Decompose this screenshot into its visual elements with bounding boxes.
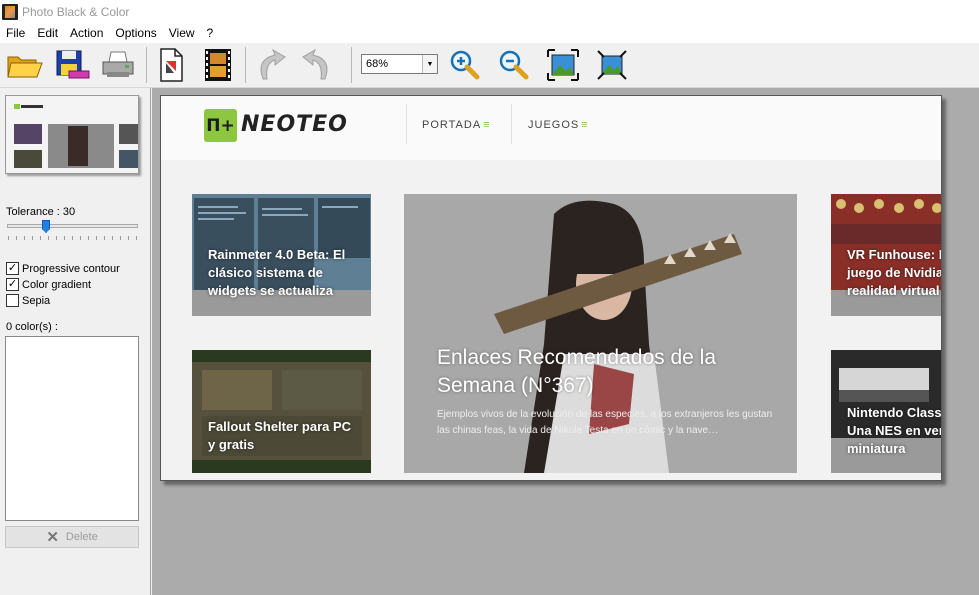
neoteo-logo-mark: П+ bbox=[204, 109, 237, 142]
colors-list[interactable] bbox=[5, 336, 139, 521]
card-hero: Enlaces Recomendados de la Semana (N°367… bbox=[404, 194, 797, 473]
progressive-contour-option[interactable]: ✓ Progressive contour bbox=[6, 262, 120, 275]
toolbar-separator bbox=[351, 47, 352, 83]
zoom-value: 68% bbox=[366, 58, 389, 70]
neoteo-logo-text: NEOTEO bbox=[241, 112, 348, 137]
menu-view[interactable]: View bbox=[163, 26, 201, 40]
delete-x-icon: ✕ bbox=[46, 529, 59, 546]
zoom-in-button[interactable] bbox=[445, 46, 483, 84]
header-divider bbox=[511, 104, 512, 144]
site-header: П+ NEOTEO PORTADA ≡ JUEGOS ≡ bbox=[161, 96, 941, 160]
redo-arrow-icon bbox=[302, 48, 328, 80]
card-fallout: Fallout Shelter para PC y gratis bbox=[192, 350, 371, 473]
actual-size-button[interactable] bbox=[593, 46, 631, 84]
settings-panel: Tolerance : 30 ✓ Progressive contour ✓ C… bbox=[0, 88, 151, 595]
zoom-out-icon bbox=[499, 50, 529, 80]
card-rainmeter: Rainmeter 4.0 Beta: El clásico sistema d… bbox=[192, 194, 371, 316]
document-icon bbox=[160, 48, 183, 82]
zoom-out-button[interactable] bbox=[494, 46, 532, 84]
film-button[interactable] bbox=[199, 46, 237, 84]
tolerance-label: Tolerance : 30 bbox=[6, 206, 76, 218]
app-icon bbox=[2, 3, 18, 20]
print-button[interactable] bbox=[99, 46, 137, 84]
undo-button[interactable] bbox=[252, 46, 290, 84]
title-bar: Photo Black & Color bbox=[0, 0, 979, 23]
toolbar-separator bbox=[146, 47, 147, 83]
document-button[interactable] bbox=[152, 46, 190, 84]
progressive-contour-label: Progressive contour bbox=[22, 262, 120, 275]
toolbar: 68% ▼ bbox=[0, 43, 979, 88]
actual-size-icon bbox=[597, 50, 627, 80]
card-nes: Nintendo Classi Una NES en vers miniatura bbox=[831, 350, 942, 473]
slider-ticks bbox=[8, 236, 139, 240]
delete-label: Delete bbox=[65, 531, 98, 543]
menu-bar: File Edit Action Options View ? bbox=[0, 23, 979, 43]
film-strip-icon bbox=[205, 49, 231, 81]
save-button[interactable] bbox=[53, 46, 91, 84]
menu-icon: ≡ bbox=[483, 119, 491, 131]
image-preview[interactable]: П+ NEOTEO PORTADA ≡ JUEGOS ≡ Rainmeter 4.0… bbox=[160, 95, 942, 481]
chevron-down-icon[interactable]: ▼ bbox=[422, 55, 437, 73]
color-gradient-option[interactable]: ✓ Color gradient bbox=[6, 278, 91, 291]
menu-action[interactable]: Action bbox=[64, 26, 109, 40]
printer-icon bbox=[102, 51, 134, 77]
floppy-disk-icon bbox=[56, 50, 90, 79]
sepia-label: Sepia bbox=[22, 294, 51, 307]
menu-icon: ≡ bbox=[581, 119, 589, 131]
preview-thumbnail[interactable] bbox=[5, 95, 139, 174]
undo-arrow-icon bbox=[260, 48, 286, 80]
image-canvas[interactable]: П+ NEOTEO PORTADA ≡ JUEGOS ≡ Rainmeter 4.0… bbox=[152, 88, 979, 595]
header-divider bbox=[406, 104, 407, 144]
card-vr: VR Funhouse: Njuego de Nvidia realidad vi… bbox=[831, 194, 942, 316]
nav-juegos: JUEGOS ≡ bbox=[528, 119, 589, 131]
zoom-select[interactable]: 68% ▼ bbox=[361, 54, 438, 74]
folder-icon bbox=[7, 56, 43, 78]
delete-button[interactable]: ✕ Delete bbox=[5, 526, 139, 548]
fit-window-icon bbox=[547, 49, 579, 81]
nav-portada-label: PORTADA bbox=[422, 119, 482, 131]
menu-help[interactable]: ? bbox=[201, 26, 220, 40]
menu-edit[interactable]: Edit bbox=[31, 26, 64, 40]
nav-juegos-label: JUEGOS bbox=[528, 119, 580, 131]
fit-window-button[interactable] bbox=[544, 46, 582, 84]
colors-count-label: 0 color(s) : bbox=[6, 321, 58, 333]
redo-button[interactable] bbox=[298, 46, 336, 84]
fallout-screenshot bbox=[192, 350, 371, 473]
nav-portada: PORTADA ≡ bbox=[422, 119, 491, 131]
tolerance-slider-thumb[interactable] bbox=[42, 220, 50, 233]
hero-title: Enlaces Recomendados de la Semana (N°367… bbox=[437, 346, 717, 397]
progressive-contour-checkbox[interactable]: ✓ bbox=[6, 262, 19, 275]
card-title-vr: VR Funhouse: Njuego de Nvidia realidad vi… bbox=[847, 247, 942, 298]
sepia-option[interactable]: Sepia bbox=[6, 294, 50, 307]
window-title: Photo Black & Color bbox=[22, 4, 130, 19]
sepia-checkbox[interactable] bbox=[6, 294, 19, 307]
color-gradient-label: Color gradient bbox=[22, 278, 92, 291]
toolbar-separator bbox=[245, 47, 246, 83]
thumbnail-image bbox=[6, 96, 138, 173]
tolerance-slider[interactable] bbox=[7, 224, 138, 228]
card-title-rainmeter: Rainmeter 4.0 Beta: El clásico sistema d… bbox=[208, 247, 346, 298]
card-title-nes: Nintendo Classi Una NES en vers miniatura bbox=[847, 405, 942, 456]
card-title-fallout: Fallout Shelter para PC y gratis bbox=[208, 419, 352, 452]
color-gradient-checkbox[interactable]: ✓ bbox=[6, 278, 19, 291]
hero-description: Ejemplos vivos de la evolución de las es… bbox=[437, 409, 773, 436]
menu-file[interactable]: File bbox=[0, 26, 31, 40]
zoom-in-icon bbox=[450, 50, 480, 80]
open-folder-button[interactable] bbox=[6, 46, 44, 84]
menu-options[interactable]: Options bbox=[109, 26, 162, 40]
